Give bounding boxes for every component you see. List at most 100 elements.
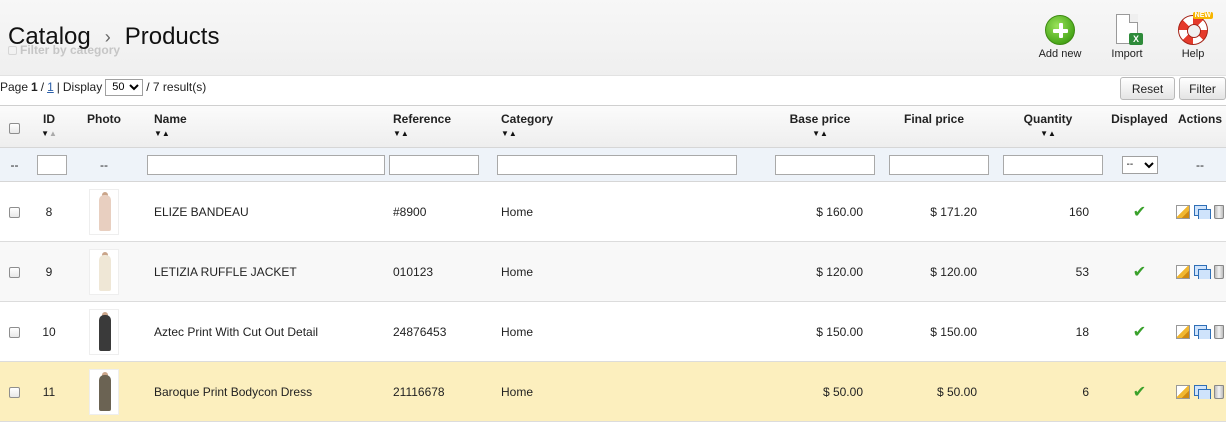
product-id: 9 bbox=[45, 264, 53, 279]
filter-reference-input[interactable] bbox=[389, 154, 479, 175]
page-word: Page bbox=[0, 80, 29, 94]
column-header-quantity-label: Quantity bbox=[1023, 112, 1073, 126]
filter-id-input[interactable] bbox=[36, 154, 67, 175]
product-reference: 24876453 bbox=[393, 324, 447, 339]
product-base-price: $ 160.00 bbox=[816, 204, 863, 219]
column-header-category[interactable]: Category ▼▲ bbox=[493, 106, 763, 147]
product-base-price: $ 50.00 bbox=[822, 384, 863, 399]
filter-quantity-input[interactable] bbox=[1003, 154, 1103, 175]
product-quantity: 18 bbox=[1075, 324, 1089, 339]
column-header-name-label: Name bbox=[154, 112, 187, 126]
column-header-base-price-label: Base price bbox=[789, 112, 851, 126]
table-row[interactable]: 8 ELIZE BANDEAU #8900 Home $ 160.00 $ 17… bbox=[0, 182, 1226, 242]
product-name: Aztec Print With Cut Out Detail bbox=[154, 324, 319, 339]
product-quantity: 160 bbox=[1068, 204, 1089, 219]
duplicate-icon[interactable] bbox=[1194, 324, 1211, 339]
product-final-price: $ 171.20 bbox=[930, 204, 977, 219]
column-header-displayed: Displayed bbox=[1111, 112, 1168, 126]
filter-displayed-select[interactable]: -- bbox=[1121, 155, 1158, 174]
help-button[interactable]: NEW Help bbox=[1163, 12, 1223, 64]
total-pages-link[interactable]: 1 bbox=[47, 80, 54, 94]
sort-arrows-icon[interactable]: ▼▲ bbox=[393, 129, 493, 138]
table-row[interactable]: 10 Aztec Print With Cut Out Detail 24876… bbox=[0, 302, 1226, 362]
sort-arrows-icon[interactable]: ▼▲ bbox=[501, 129, 763, 138]
column-header-actions: Actions bbox=[1177, 112, 1222, 126]
edit-icon[interactable] bbox=[1176, 264, 1190, 279]
select-all-checkbox[interactable] bbox=[9, 123, 20, 135]
help-label: Help bbox=[1181, 48, 1205, 60]
product-photo bbox=[89, 368, 119, 415]
filter-button[interactable]: Filter bbox=[1179, 77, 1226, 100]
delete-icon[interactable] bbox=[1214, 384, 1224, 399]
lifebuoy-icon: NEW bbox=[1178, 12, 1213, 45]
product-base-price: $ 150.00 bbox=[816, 324, 863, 339]
row-checkbox[interactable] bbox=[9, 386, 20, 398]
sort-arrows-icon[interactable]: ▼▲ bbox=[991, 129, 1105, 138]
duplicate-icon[interactable] bbox=[1194, 204, 1211, 219]
filter-base-price-input[interactable] bbox=[775, 154, 875, 175]
duplicate-icon[interactable] bbox=[1194, 264, 1211, 279]
page-slash: / bbox=[40, 80, 45, 94]
product-reference: 010123 bbox=[393, 264, 434, 279]
column-header-reference[interactable]: Reference ▼▲ bbox=[389, 106, 493, 147]
per-page-select[interactable]: 50 bbox=[105, 78, 144, 96]
column-header-photo: Photo bbox=[87, 112, 121, 126]
sort-arrows-icon[interactable]: ▼▲ bbox=[763, 129, 877, 138]
duplicate-icon[interactable] bbox=[1194, 384, 1211, 399]
column-header-reference-label: Reference bbox=[393, 112, 452, 126]
delete-icon[interactable] bbox=[1214, 264, 1224, 279]
page-title: Products bbox=[124, 23, 220, 50]
new-badge: NEW bbox=[1192, 12, 1213, 19]
table-row[interactable]: 11 Baroque Print Bodycon Dress 21116678 … bbox=[0, 362, 1226, 422]
column-header-id[interactable]: ID ▼▲ bbox=[29, 106, 69, 147]
import-button[interactable]: X Import bbox=[1097, 14, 1157, 64]
product-quantity: 53 bbox=[1075, 264, 1089, 279]
displayed-check-icon[interactable]: ✔ bbox=[1133, 264, 1146, 281]
filter-actions-placeholder: -- bbox=[1196, 157, 1204, 172]
product-category: Home bbox=[501, 204, 534, 219]
displayed-check-icon[interactable]: ✔ bbox=[1133, 204, 1146, 221]
column-header-base-price[interactable]: Base price ▼▲ bbox=[763, 106, 877, 147]
product-final-price: $ 50.00 bbox=[936, 384, 977, 399]
delete-icon[interactable] bbox=[1214, 324, 1224, 339]
breadcrumb-parent[interactable]: Catalog bbox=[8, 23, 91, 51]
product-name: LETIZIA RUFFLE JACKET bbox=[154, 264, 297, 279]
displayed-check-icon[interactable]: ✔ bbox=[1133, 384, 1146, 401]
filter-photo-placeholder: -- bbox=[100, 157, 108, 172]
delete-icon[interactable] bbox=[1214, 204, 1224, 219]
filter-row: -- -- -- -- bbox=[0, 148, 1226, 182]
product-id: 11 bbox=[42, 384, 56, 399]
product-final-price: $ 120.00 bbox=[930, 264, 977, 279]
product-reference: 21116678 bbox=[393, 384, 445, 399]
column-header-quantity[interactable]: Quantity ▼▲ bbox=[991, 106, 1105, 147]
product-name: ELIZE BANDEAU bbox=[154, 204, 249, 219]
row-checkbox[interactable] bbox=[9, 326, 20, 338]
breadcrumb: Catalog › Products bbox=[8, 22, 219, 52]
row-actions bbox=[1174, 204, 1226, 219]
table-body: 8 ELIZE BANDEAU #8900 Home $ 160.00 $ 17… bbox=[0, 182, 1226, 422]
column-header-final-price: Final price bbox=[903, 112, 965, 126]
filter-category-input[interactable] bbox=[497, 154, 737, 175]
filter-name-input[interactable] bbox=[147, 154, 385, 175]
product-id: 10 bbox=[42, 324, 56, 339]
edit-icon[interactable] bbox=[1176, 324, 1190, 339]
edit-icon[interactable] bbox=[1176, 204, 1190, 219]
edit-icon[interactable] bbox=[1176, 384, 1190, 399]
column-header-name[interactable]: Name ▼▲ bbox=[139, 106, 389, 147]
add-new-button[interactable]: Add new bbox=[1030, 14, 1090, 64]
sort-arrows-icon[interactable]: ▼▲ bbox=[29, 129, 69, 138]
table-header-row: ID ▼▲ Photo Name ▼▲ Reference ▼▲ Categor… bbox=[0, 106, 1226, 148]
displayed-check-icon[interactable]: ✔ bbox=[1133, 324, 1146, 341]
row-checkbox[interactable] bbox=[9, 266, 20, 278]
filter-final-price-input[interactable] bbox=[889, 154, 989, 175]
row-actions bbox=[1174, 384, 1226, 399]
row-checkbox[interactable] bbox=[9, 206, 20, 218]
product-category: Home bbox=[501, 384, 534, 399]
current-page: 1 bbox=[31, 80, 38, 94]
product-base-price: $ 120.00 bbox=[816, 264, 863, 279]
pagination: Page 1 / 1 | Display 50 / 7 result(s) bbox=[0, 78, 206, 96]
column-header-id-label: ID bbox=[43, 112, 55, 126]
table-row[interactable]: 9 LETIZIA RUFFLE JACKET 010123 Home $ 12… bbox=[0, 242, 1226, 302]
sort-arrows-icon[interactable]: ▼▲ bbox=[154, 129, 389, 138]
reset-button[interactable]: Reset bbox=[1120, 77, 1175, 100]
